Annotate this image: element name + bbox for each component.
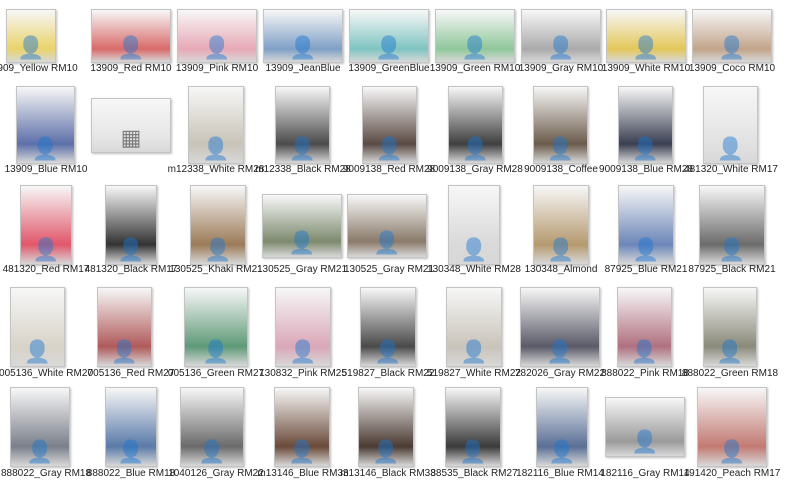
person-icon: 👤: [23, 339, 52, 364]
person-icon: 👤: [546, 136, 575, 161]
file-thumbnail[interactable]: 👤: [184, 287, 248, 367]
file-thumbnail[interactable]: 👤: [10, 387, 70, 467]
person-icon: 👤: [631, 136, 660, 161]
file-thumbnail[interactable]: 👤: [533, 185, 589, 265]
person-icon: 👤: [460, 339, 488, 364]
person-icon: 👤: [375, 35, 403, 60]
file-name-label: 888022_Green RM18: [681, 368, 779, 379]
file-thumbnail[interactable]: 👤: [20, 185, 72, 265]
file-thumbnail-grid: 👤13909_Yellow RM10👤13909_Red RM10👤13909_…: [0, 0, 800, 482]
file-thumbnail[interactable]: 👤: [358, 387, 414, 467]
file-thumbnail[interactable]: 👤: [606, 9, 686, 63]
file-thumbnail[interactable]: 👤: [536, 387, 588, 467]
grid-icon: ▦: [120, 125, 142, 150]
file-name-label: 191420_Peach RM17: [683, 468, 781, 479]
person-icon: 👤: [631, 429, 659, 454]
person-icon: 👤: [32, 237, 60, 262]
person-icon: 👤: [374, 339, 402, 364]
person-icon: 👤: [372, 439, 400, 464]
file-thumbnail[interactable]: 👤: [180, 387, 244, 467]
person-icon: 👤: [31, 136, 60, 161]
file-thumbnail[interactable]: 👤: [275, 287, 331, 367]
file-thumbnail[interactable]: 👤: [105, 185, 157, 265]
file-thumbnail[interactable]: 👤: [448, 185, 500, 265]
file-thumbnail[interactable]: ▦: [91, 98, 171, 153]
file-name-label: 13909_Coco RM10: [688, 63, 776, 74]
file-thumbnail[interactable]: 👤: [362, 86, 417, 164]
person-icon: 👤: [459, 439, 487, 464]
person-icon: 👤: [202, 136, 230, 161]
person-icon: 👤: [630, 339, 659, 364]
person-icon: 👤: [375, 136, 404, 161]
file-thumbnail[interactable]: 👤: [703, 86, 758, 164]
file-thumbnail[interactable]: 👤: [533, 86, 588, 164]
person-icon: 👤: [461, 136, 490, 161]
person-icon: 👤: [203, 35, 231, 60]
file-thumbnail[interactable]: 👤: [263, 9, 343, 63]
person-icon: 👤: [632, 237, 660, 262]
file-thumbnail[interactable]: 👤: [97, 287, 152, 367]
person-icon: 👤: [110, 339, 139, 364]
file-thumbnail[interactable]: 👤: [618, 86, 673, 164]
file-thumbnail[interactable]: 👤: [617, 287, 672, 367]
person-icon: 👤: [117, 237, 145, 262]
person-icon: 👤: [204, 237, 232, 262]
person-icon: 👤: [117, 439, 145, 464]
file-thumbnail[interactable]: 👤: [6, 9, 56, 63]
person-icon: 👤: [546, 339, 574, 364]
person-icon: 👤: [373, 230, 401, 255]
person-icon: 👤: [716, 136, 745, 161]
person-icon: 👤: [288, 136, 317, 161]
file-thumbnail[interactable]: 👤: [446, 287, 502, 367]
file-thumbnail[interactable]: 👤: [703, 287, 757, 367]
person-icon: 👤: [548, 439, 576, 464]
file-name-label: 87925_Black RM21: [688, 264, 776, 275]
file-thumbnail[interactable]: 👤: [448, 86, 503, 164]
file-thumbnail[interactable]: 👤: [699, 185, 765, 265]
file-name-label: 481320_White RM17: [684, 164, 778, 175]
person-icon: 👤: [461, 35, 489, 60]
person-icon: 👤: [289, 35, 317, 60]
person-icon: 👤: [17, 35, 45, 60]
file-thumbnail[interactable]: 👤: [105, 387, 157, 467]
file-thumbnail[interactable]: 👤: [10, 287, 65, 367]
file-thumbnail[interactable]: 👤: [360, 287, 416, 367]
file-thumbnail[interactable]: 👤: [188, 86, 244, 164]
person-icon: 👤: [26, 439, 54, 464]
file-thumbnail[interactable]: 👤: [435, 9, 515, 63]
person-icon: 👤: [718, 237, 746, 262]
file-thumbnail[interactable]: 👤: [521, 9, 601, 63]
file-thumbnail[interactable]: 👤: [91, 9, 171, 63]
person-icon: 👤: [288, 439, 316, 464]
file-thumbnail[interactable]: 👤: [262, 194, 342, 258]
person-icon: 👤: [716, 339, 744, 364]
file-thumbnail[interactable]: 👤: [347, 194, 427, 258]
person-icon: 👤: [117, 35, 145, 60]
file-thumbnail[interactable]: 👤: [605, 397, 685, 457]
file-thumbnail[interactable]: 👤: [349, 9, 429, 63]
file-thumbnail[interactable]: 👤: [618, 185, 674, 265]
file-thumbnail[interactable]: 👤: [520, 287, 600, 367]
file-thumbnail[interactable]: 👤: [177, 9, 257, 63]
file-name-label: 13909_Blue RM10: [4, 164, 88, 175]
file-thumbnail[interactable]: 👤: [274, 387, 330, 467]
person-icon: 👤: [198, 439, 226, 464]
file-thumbnail[interactable]: 👤: [16, 86, 75, 164]
person-icon: 👤: [289, 339, 317, 364]
file-thumbnail[interactable]: 👤: [190, 185, 246, 265]
person-icon: 👤: [547, 237, 575, 262]
person-icon: 👤: [288, 230, 316, 255]
file-thumbnail[interactable]: 👤: [697, 387, 767, 467]
file-thumbnail[interactable]: 👤: [275, 86, 330, 164]
file-thumbnail[interactable]: 👤: [445, 387, 501, 467]
person-icon: 👤: [547, 35, 575, 60]
person-icon: 👤: [202, 339, 230, 364]
person-icon: 👤: [632, 35, 660, 60]
person-icon: 👤: [718, 439, 746, 464]
person-icon: 👤: [718, 35, 746, 60]
file-thumbnail[interactable]: 👤: [692, 9, 772, 63]
person-icon: 👤: [460, 237, 488, 262]
